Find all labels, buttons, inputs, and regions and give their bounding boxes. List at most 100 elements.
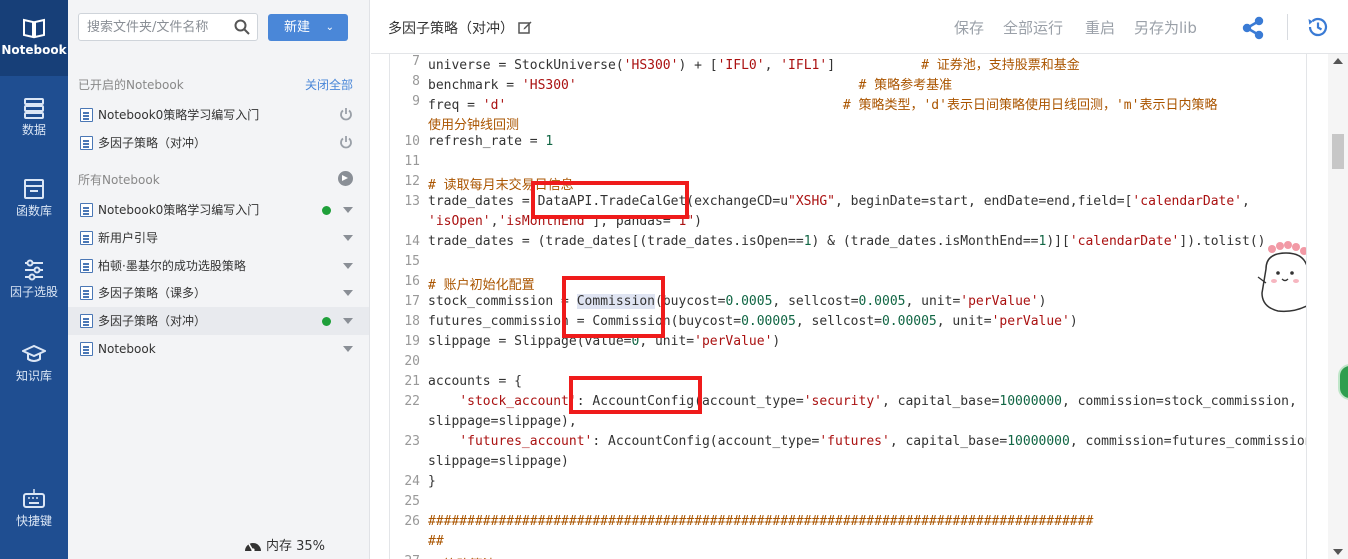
rail-label: 数据 xyxy=(21,123,46,137)
dropdown-arrow-icon[interactable] xyxy=(343,318,353,324)
search-box[interactable] xyxy=(78,13,258,41)
save-as-lib-button[interactable]: 另存为lib xyxy=(1134,17,1197,38)
line-number: 15 xyxy=(404,254,420,269)
rail-item-data[interactable]: 数据 xyxy=(0,97,68,137)
dropdown-arrow-icon[interactable] xyxy=(343,346,353,352)
dropdown-arrow-icon[interactable] xyxy=(343,290,353,296)
notebook-item[interactable]: 新用户引导 xyxy=(68,224,369,252)
code-line: freq = 'd' # 策略类型，'d'表示日间策略使用日线回测，'m'表示日… xyxy=(428,98,1218,113)
dropdown-arrow-icon[interactable] xyxy=(343,263,353,269)
rail-item-knowledge-base[interactable]: 知识库 xyxy=(0,343,68,383)
scrollbar-thumb[interactable] xyxy=(1332,134,1344,169)
notebook-name: Notebook0策略学习编写入门 xyxy=(98,203,260,217)
icon-rail: Notebook 数据 函数库 因子选股 知识库 快捷键 xyxy=(0,0,68,559)
line-number: 22 xyxy=(404,394,420,409)
code-line: 'stock_account': AccountConfig(account_t… xyxy=(459,394,1297,409)
rail-item-factor-stock-selection[interactable]: 因子选股 xyxy=(0,259,68,299)
expand-arrow-icon[interactable] xyxy=(338,171,353,186)
cartoon-sticker-image xyxy=(1257,241,1306,313)
editor-area: 7 8 9 10 11 12 13 14 15 16 17 18 19 20 2… xyxy=(371,54,1348,559)
line-number: 17 xyxy=(404,294,420,309)
code-line: refresh_rate = 1 xyxy=(428,134,554,149)
memory-label: 内存 35% xyxy=(266,539,326,554)
notebook-icon xyxy=(80,314,93,328)
code-line: # 策略算法 xyxy=(428,554,496,559)
memory-indicator: 内存 35% xyxy=(244,535,325,554)
run-all-button[interactable]: 全部运行 xyxy=(1003,17,1063,38)
code-line: # 账户初始化配置 xyxy=(428,278,535,293)
chevron-down-icon: ⌄ xyxy=(325,22,334,33)
notebook-name: 柏顿·墨基尔的成功选股策略 xyxy=(98,259,246,273)
vertical-scrollbar[interactable] xyxy=(1328,54,1348,559)
code-editor[interactable]: 7 8 9 10 11 12 13 14 15 16 17 18 19 20 2… xyxy=(389,54,1307,559)
scroll-down-arrow-icon[interactable] xyxy=(1333,549,1343,555)
keyboard-icon xyxy=(23,489,45,508)
rail-item-function-library[interactable]: 函数库 xyxy=(0,178,68,218)
line-number: 19 xyxy=(404,334,420,349)
side-helper-tab[interactable] xyxy=(1338,364,1348,400)
opened-notebook-item[interactable]: 多因子策略（对冲） xyxy=(68,129,369,157)
code-line: 使用分钟线回测 xyxy=(428,118,520,133)
code-line: } xyxy=(428,474,436,489)
notebook-icon xyxy=(80,203,93,217)
dropdown-arrow-icon[interactable] xyxy=(343,235,353,241)
notebook-icon xyxy=(80,231,93,245)
all-notebooks-title: 所有Notebook xyxy=(78,173,160,187)
rail-label: 知识库 xyxy=(15,369,52,383)
notebook-item[interactable]: Notebook xyxy=(68,335,369,363)
dropdown-arrow-icon[interactable] xyxy=(343,207,353,213)
rail-label: Notebook xyxy=(1,43,67,57)
line-number: 8 xyxy=(412,74,420,89)
editor-header: 多因子策略（对冲） 保存 全部运行 重启 另存为lib xyxy=(371,0,1348,54)
scroll-up-arrow-icon[interactable] xyxy=(1333,58,1343,64)
header-divider xyxy=(1287,14,1288,40)
rail-item-notebook[interactable]: Notebook xyxy=(0,0,68,76)
share-icon[interactable] xyxy=(1240,15,1266,41)
save-button[interactable]: 保存 xyxy=(954,17,984,38)
power-icon[interactable] xyxy=(339,107,353,121)
rail-label: 快捷键 xyxy=(15,514,52,528)
notebook-name: Notebook0策略学习编写入门 xyxy=(98,108,260,122)
opened-notebook-item[interactable]: Notebook0策略学习编写入门 xyxy=(68,101,369,129)
notebook-name: 多因子策略（对冲） xyxy=(98,314,207,328)
code-line: slippage=slippage), xyxy=(428,414,577,429)
line-number: 23 xyxy=(404,434,420,449)
close-all-link[interactable]: 关闭全部 xyxy=(305,76,353,93)
notebook-icon xyxy=(80,108,93,122)
notebook-name: 多因子策略（课多） xyxy=(98,286,207,300)
code-line: futures_commission = Commission(buycost=… xyxy=(428,314,1078,329)
code-line: ## xyxy=(428,534,444,549)
notebook-panel: 新建 ⌄ 已开启的Notebook 关闭全部 Notebook0策略学习编写入门… xyxy=(68,0,370,559)
line-number: 24 xyxy=(404,474,420,489)
notebook-name: 新用户引导 xyxy=(98,231,159,245)
function-library-icon xyxy=(24,179,44,199)
highlight-box-accountconfig xyxy=(569,376,702,414)
line-number: 7 xyxy=(412,54,420,69)
line-number: 16 xyxy=(404,274,420,289)
restart-button[interactable]: 重启 xyxy=(1085,17,1115,38)
notebook-item-selected[interactable]: 多因子策略（对冲） xyxy=(68,307,369,335)
search-icon[interactable] xyxy=(234,19,250,35)
sliders-icon xyxy=(25,259,43,281)
notebook-item[interactable]: 柏顿·墨基尔的成功选股策略 xyxy=(68,252,369,280)
line-number: 12 xyxy=(404,174,420,189)
code-line: universe = StockUniverse('HS300') + ['IF… xyxy=(428,58,1080,73)
rail-item-shortcuts[interactable]: 快捷键 xyxy=(0,488,68,528)
gauge-icon xyxy=(245,543,261,552)
running-status-dot xyxy=(322,206,331,215)
line-number: 20 xyxy=(404,354,420,369)
history-icon[interactable] xyxy=(1306,15,1330,39)
notebook-item[interactable]: 多因子策略（课多） xyxy=(68,279,369,307)
power-icon[interactable] xyxy=(339,135,353,149)
line-number: 11 xyxy=(404,154,420,169)
new-button-label: 新建 xyxy=(284,20,311,35)
search-input[interactable] xyxy=(79,14,229,40)
code-line: accounts = { xyxy=(428,374,522,389)
code-line: slippage=slippage) xyxy=(428,454,569,469)
line-number: 14 xyxy=(404,234,420,249)
code-line: trade_dates = (trade_dates[(trade_dates.… xyxy=(428,234,1266,249)
opened-notebooks-title: 已开启的Notebook xyxy=(78,78,184,92)
notebook-item[interactable]: Notebook0策略学习编写入门 xyxy=(68,196,369,224)
new-button[interactable]: 新建 ⌄ xyxy=(268,14,348,41)
edit-icon[interactable] xyxy=(518,20,532,34)
